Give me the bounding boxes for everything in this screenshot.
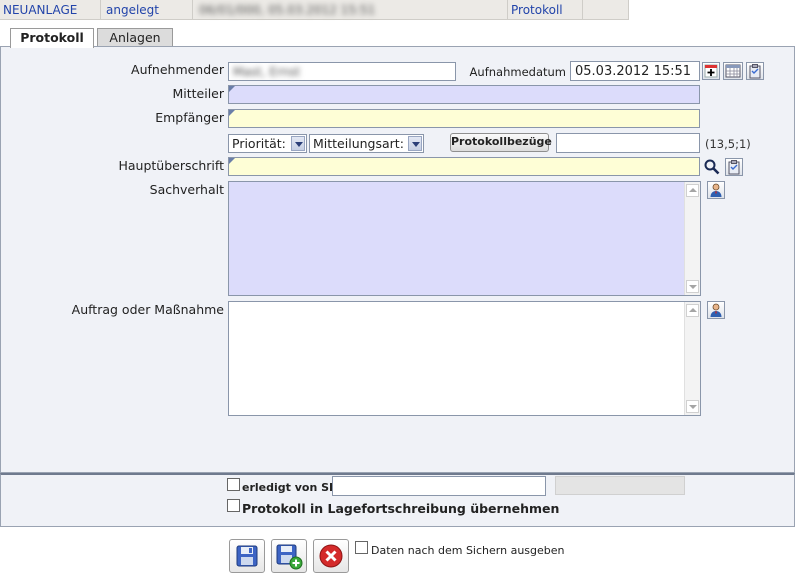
- chevron-down-icon: [291, 136, 305, 151]
- erledigt-readonly-field: [555, 476, 685, 495]
- status-info-redacted: 06/01/000, 05.03.2012 15:51: [199, 3, 376, 17]
- empfaenger-field[interactable]: [228, 109, 700, 128]
- chevron-down-icon: [408, 136, 422, 151]
- sachverhalt-label: Sachverhalt: [149, 182, 224, 197]
- print-checkbox[interactable]: [355, 541, 368, 554]
- scroll-down-icon[interactable]: [686, 280, 699, 293]
- prioritaet-select[interactable]: Priorität:: [228, 134, 307, 153]
- save-button[interactable]: [229, 539, 265, 573]
- empfaenger-label: Empfänger: [155, 110, 224, 125]
- status-state: angelegt: [101, 0, 193, 20]
- scroll-down-icon[interactable]: [686, 400, 699, 413]
- save-new-icon: [276, 544, 303, 570]
- coords-text: (13,5;1): [705, 137, 751, 151]
- calendar-icon[interactable]: [723, 62, 743, 80]
- protokollbezuege-button[interactable]: Protokollbezüge: [450, 133, 552, 152]
- person-icon[interactable]: [707, 181, 725, 199]
- person-icon[interactable]: [707, 301, 725, 319]
- scroll-up-icon[interactable]: [686, 184, 699, 197]
- lage-checkbox[interactable]: [227, 499, 240, 512]
- cancel-button[interactable]: [313, 539, 349, 573]
- aufnehmender-value: Mast, Ernst: [233, 65, 301, 79]
- status-empty-cell: [583, 0, 629, 20]
- cancel-icon: [319, 544, 343, 568]
- hauptueberschrift-field[interactable]: [228, 157, 700, 176]
- aufnehmender-label: Aufnehmender: [131, 62, 224, 77]
- status-info: 06/01/000, 05.03.2012 15:51: [193, 0, 508, 20]
- mitteiler-field[interactable]: [228, 85, 700, 104]
- scroll-up-icon[interactable]: [686, 304, 699, 317]
- save-new-button[interactable]: [271, 539, 307, 573]
- erledigt-checkbox[interactable]: [227, 478, 240, 491]
- aufnehmender-field[interactable]: Mast, Ernst: [228, 62, 456, 81]
- hauptueberschrift-label: Hauptüberschrift: [118, 158, 224, 173]
- tab-anlagen[interactable]: Anlagen: [97, 28, 173, 47]
- aufnahmedatum-field[interactable]: 05.03.2012 15:51: [570, 61, 700, 81]
- status-protokoll-link[interactable]: Protokoll: [508, 0, 583, 20]
- protokollbezuege-field[interactable]: [556, 133, 700, 153]
- status-mode: NEUANLAGE: [0, 0, 101, 20]
- erledigt-label: erledigt von SB: [242, 481, 338, 494]
- erledigt-field[interactable]: [332, 476, 546, 496]
- print-label: Daten nach dem Sichern ausgeben: [371, 544, 565, 557]
- scrollbar[interactable]: [684, 302, 700, 415]
- auftrag-label: Auftrag oder Maßnahme: [71, 302, 224, 317]
- aufnahmedatum-label: Aufnahmedatum: [469, 65, 566, 79]
- mitteiler-label: Mitteiler: [172, 86, 224, 101]
- scrollbar[interactable]: [684, 182, 700, 295]
- mitteilungsart-select[interactable]: Mitteilungsart:: [309, 134, 424, 153]
- auftrag-textarea[interactable]: [228, 301, 701, 416]
- lage-label: Protokoll in Lagefortschreibung übernehm…: [242, 501, 560, 516]
- mitteilungsart-value: Mitteilungsart:: [313, 136, 404, 151]
- sachverhalt-textarea[interactable]: [228, 181, 701, 296]
- prioritaet-value: Priorität:: [232, 136, 286, 151]
- search-icon[interactable]: [703, 158, 721, 176]
- clipboard-icon[interactable]: [725, 158, 743, 176]
- tab-protokoll[interactable]: Protokoll: [10, 28, 94, 48]
- plus-icon[interactable]: [702, 62, 720, 80]
- save-icon: [236, 545, 258, 567]
- clipboard-icon[interactable]: [746, 62, 764, 80]
